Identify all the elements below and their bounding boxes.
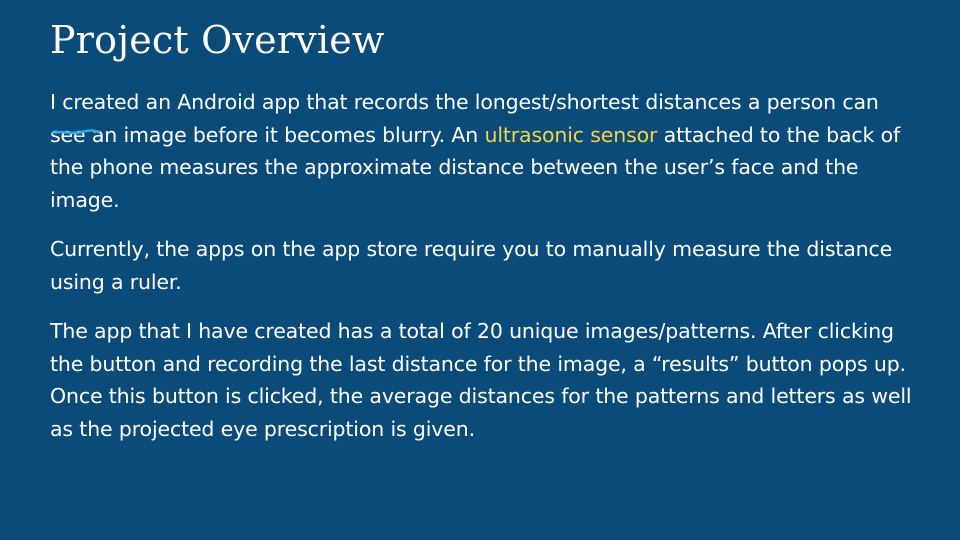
slide: Project Overview I created an Android ap… bbox=[0, 0, 960, 540]
highlighted-term: ultrasonic sensor bbox=[484, 122, 658, 147]
overview-paragraph-1: I created an Android app that records th… bbox=[50, 86, 920, 216]
overview-paragraph-2: Currently, the apps on the app store req… bbox=[50, 237, 893, 294]
slide-title: Project Overview bbox=[50, 18, 385, 62]
slide-body: I created an Android app that records th… bbox=[50, 86, 920, 462]
overview-paragraph-3: The app that I have created has a total … bbox=[50, 319, 912, 441]
